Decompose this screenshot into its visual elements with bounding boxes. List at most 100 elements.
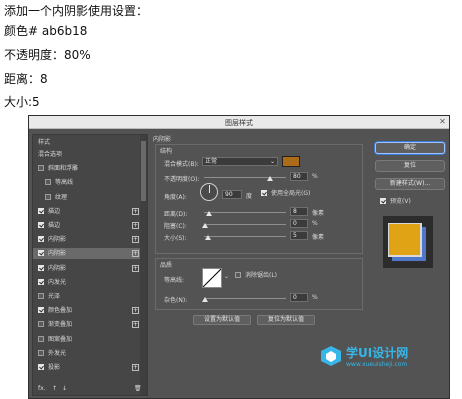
antialias-checkbox[interactable] <box>235 272 241 278</box>
watermark-title: 学UI设计网 <box>346 346 409 360</box>
size-field[interactable]: 5 <box>290 231 308 240</box>
style-list-item[interactable]: 描边 + <box>33 220 141 231</box>
style-list-item[interactable]: 图案叠加 <box>33 334 141 345</box>
instruction-line: 距离：8 <box>4 72 48 86</box>
style-label: 光泽 <box>48 293 61 300</box>
new-style-button[interactable]: 新建样式(W)... <box>375 178 445 190</box>
style-checkbox[interactable] <box>38 278 44 285</box>
noise-slider-handle[interactable] <box>202 297 208 302</box>
style-checkbox[interactable] <box>38 349 44 356</box>
style-checkbox[interactable] <box>38 236 44 243</box>
style-list-item[interactable]: 内发光 <box>33 277 141 288</box>
choke-field[interactable]: 0 <box>290 219 308 228</box>
styles-footer: fx. ↑ ↓ 🗑 <box>38 385 142 393</box>
add-style-icon[interactable]: + <box>132 264 139 272</box>
global-light-option[interactable]: 使用全局光(G) <box>256 188 346 199</box>
add-style-icon[interactable]: + <box>132 236 139 244</box>
style-label: 投影 <box>48 364 61 371</box>
style-list-item[interactable]: 斜面和浮雕 <box>33 163 141 174</box>
size-slider-handle[interactable] <box>205 235 211 240</box>
preview-option[interactable]: 预览(V) <box>375 196 445 207</box>
choke-slider[interactable] <box>204 224 286 225</box>
style-label: 图案叠加 <box>48 335 73 343</box>
style-list-item[interactable]: 混合选项 <box>33 149 141 160</box>
style-list-item[interactable]: 内阴影 + <box>33 248 141 260</box>
style-list-item[interactable]: 外发光 <box>33 348 141 359</box>
add-style-icon[interactable]: + <box>132 222 139 229</box>
style-list-item[interactable]: 纹理 <box>33 192 141 203</box>
add-style-icon[interactable]: + <box>132 364 139 371</box>
preview-checkbox[interactable] <box>380 198 386 204</box>
instruction-line: 添加一个内阴影使用设置： <box>4 4 149 18</box>
chevron-down-icon[interactable]: ⌄ <box>224 273 229 280</box>
noise-field[interactable]: 0 <box>290 293 308 302</box>
size-slider[interactable] <box>204 236 286 237</box>
angle-field[interactable]: 90 <box>222 190 242 199</box>
styles-panel: 样式 混合选项 斜面和浮雕 等高线 纹理 描边 + 描边 + 内阴影 + 内阴影 + 内阴影 + 内发光 光泽… <box>32 134 148 396</box>
close-icon[interactable]: ✕ <box>436 116 449 128</box>
antialias-option[interactable]: 消除锯齿(L) <box>230 270 310 281</box>
style-list-item[interactable]: 内阴影 + <box>33 234 141 245</box>
noise-label: 杂色(N): <box>164 297 188 304</box>
move-up-icon[interactable]: ↑ <box>52 385 57 392</box>
fx-icon[interactable]: fx. <box>38 385 46 392</box>
scrollbar-thumb[interactable] <box>141 141 146 201</box>
choke-slider-handle[interactable] <box>202 223 208 228</box>
style-checkbox[interactable] <box>38 264 44 271</box>
style-list-item[interactable]: 颜色叠加 + <box>33 305 141 316</box>
trash-icon[interactable]: 🗑 <box>134 385 142 392</box>
style-list-item[interactable]: 光泽 <box>33 291 141 302</box>
add-style-icon[interactable]: + <box>132 321 139 329</box>
structure-label: 结构 <box>160 148 173 155</box>
reset-default-button[interactable]: 复位为默认值 <box>257 315 315 325</box>
opacity-field[interactable]: 80 <box>290 172 308 181</box>
style-checkbox[interactable] <box>38 250 44 257</box>
add-style-icon[interactable]: + <box>132 207 139 215</box>
style-list-item[interactable]: 内阴影 + <box>33 263 141 274</box>
style-list-item[interactable]: 等高线 <box>33 177 141 188</box>
shadow-color-swatch[interactable] <box>282 156 300 167</box>
distance-slider-handle[interactable] <box>206 211 212 216</box>
opacity-slider-handle[interactable] <box>266 176 273 181</box>
contour-curve-icon <box>202 268 222 288</box>
watermark-logo-icon <box>321 346 341 366</box>
distance-field[interactable]: 8 <box>290 207 308 216</box>
style-checkbox[interactable] <box>38 321 44 328</box>
style-label: 描边 <box>48 207 61 215</box>
angle-dial-needle <box>209 185 210 193</box>
size-unit: 像素 <box>312 234 325 241</box>
style-list-item[interactable]: 投影 + <box>33 362 141 373</box>
styles-scrollbar[interactable] <box>140 135 147 395</box>
style-list-item[interactable]: 描边 + <box>33 206 141 217</box>
opacity-slider[interactable] <box>204 177 286 178</box>
style-checkbox[interactable] <box>38 293 44 299</box>
style-list-item[interactable]: 渐变叠加 + <box>33 319 141 330</box>
move-down-icon[interactable]: ↓ <box>62 385 67 392</box>
style-checkbox[interactable] <box>38 222 44 228</box>
style-checkbox[interactable] <box>45 179 51 186</box>
add-style-icon[interactable]: + <box>132 307 139 315</box>
angle-dial[interactable] <box>200 183 218 201</box>
style-checkbox[interactable] <box>45 193 51 200</box>
reset-button[interactable]: 复位 <box>375 160 445 172</box>
noise-slider[interactable] <box>204 298 286 299</box>
opacity-unit: % <box>312 173 318 180</box>
style-label: 渐变叠加 <box>48 321 73 329</box>
angle-label: 角度(A): <box>164 194 187 201</box>
style-checkbox[interactable] <box>38 335 44 342</box>
ok-button[interactable]: 确定 <box>375 142 445 154</box>
choke-label: 阻塞(C): <box>164 223 187 230</box>
styles-header-label: 样式 <box>38 139 51 146</box>
make-default-button[interactable]: 设置为默认值 <box>193 315 251 325</box>
style-checkbox[interactable] <box>38 364 44 370</box>
contour-preview[interactable] <box>202 268 222 288</box>
style-checkbox[interactable] <box>38 165 44 172</box>
choke-unit: % <box>312 220 318 227</box>
global-light-checkbox[interactable] <box>261 190 267 196</box>
style-checkbox[interactable] <box>38 207 44 214</box>
add-style-icon[interactable]: + <box>132 250 139 258</box>
blend-mode-select[interactable]: 正常 ⌄ <box>202 157 278 166</box>
style-checkbox[interactable] <box>38 307 44 314</box>
noise-unit: % <box>312 294 318 301</box>
distance-slider[interactable] <box>204 212 286 213</box>
